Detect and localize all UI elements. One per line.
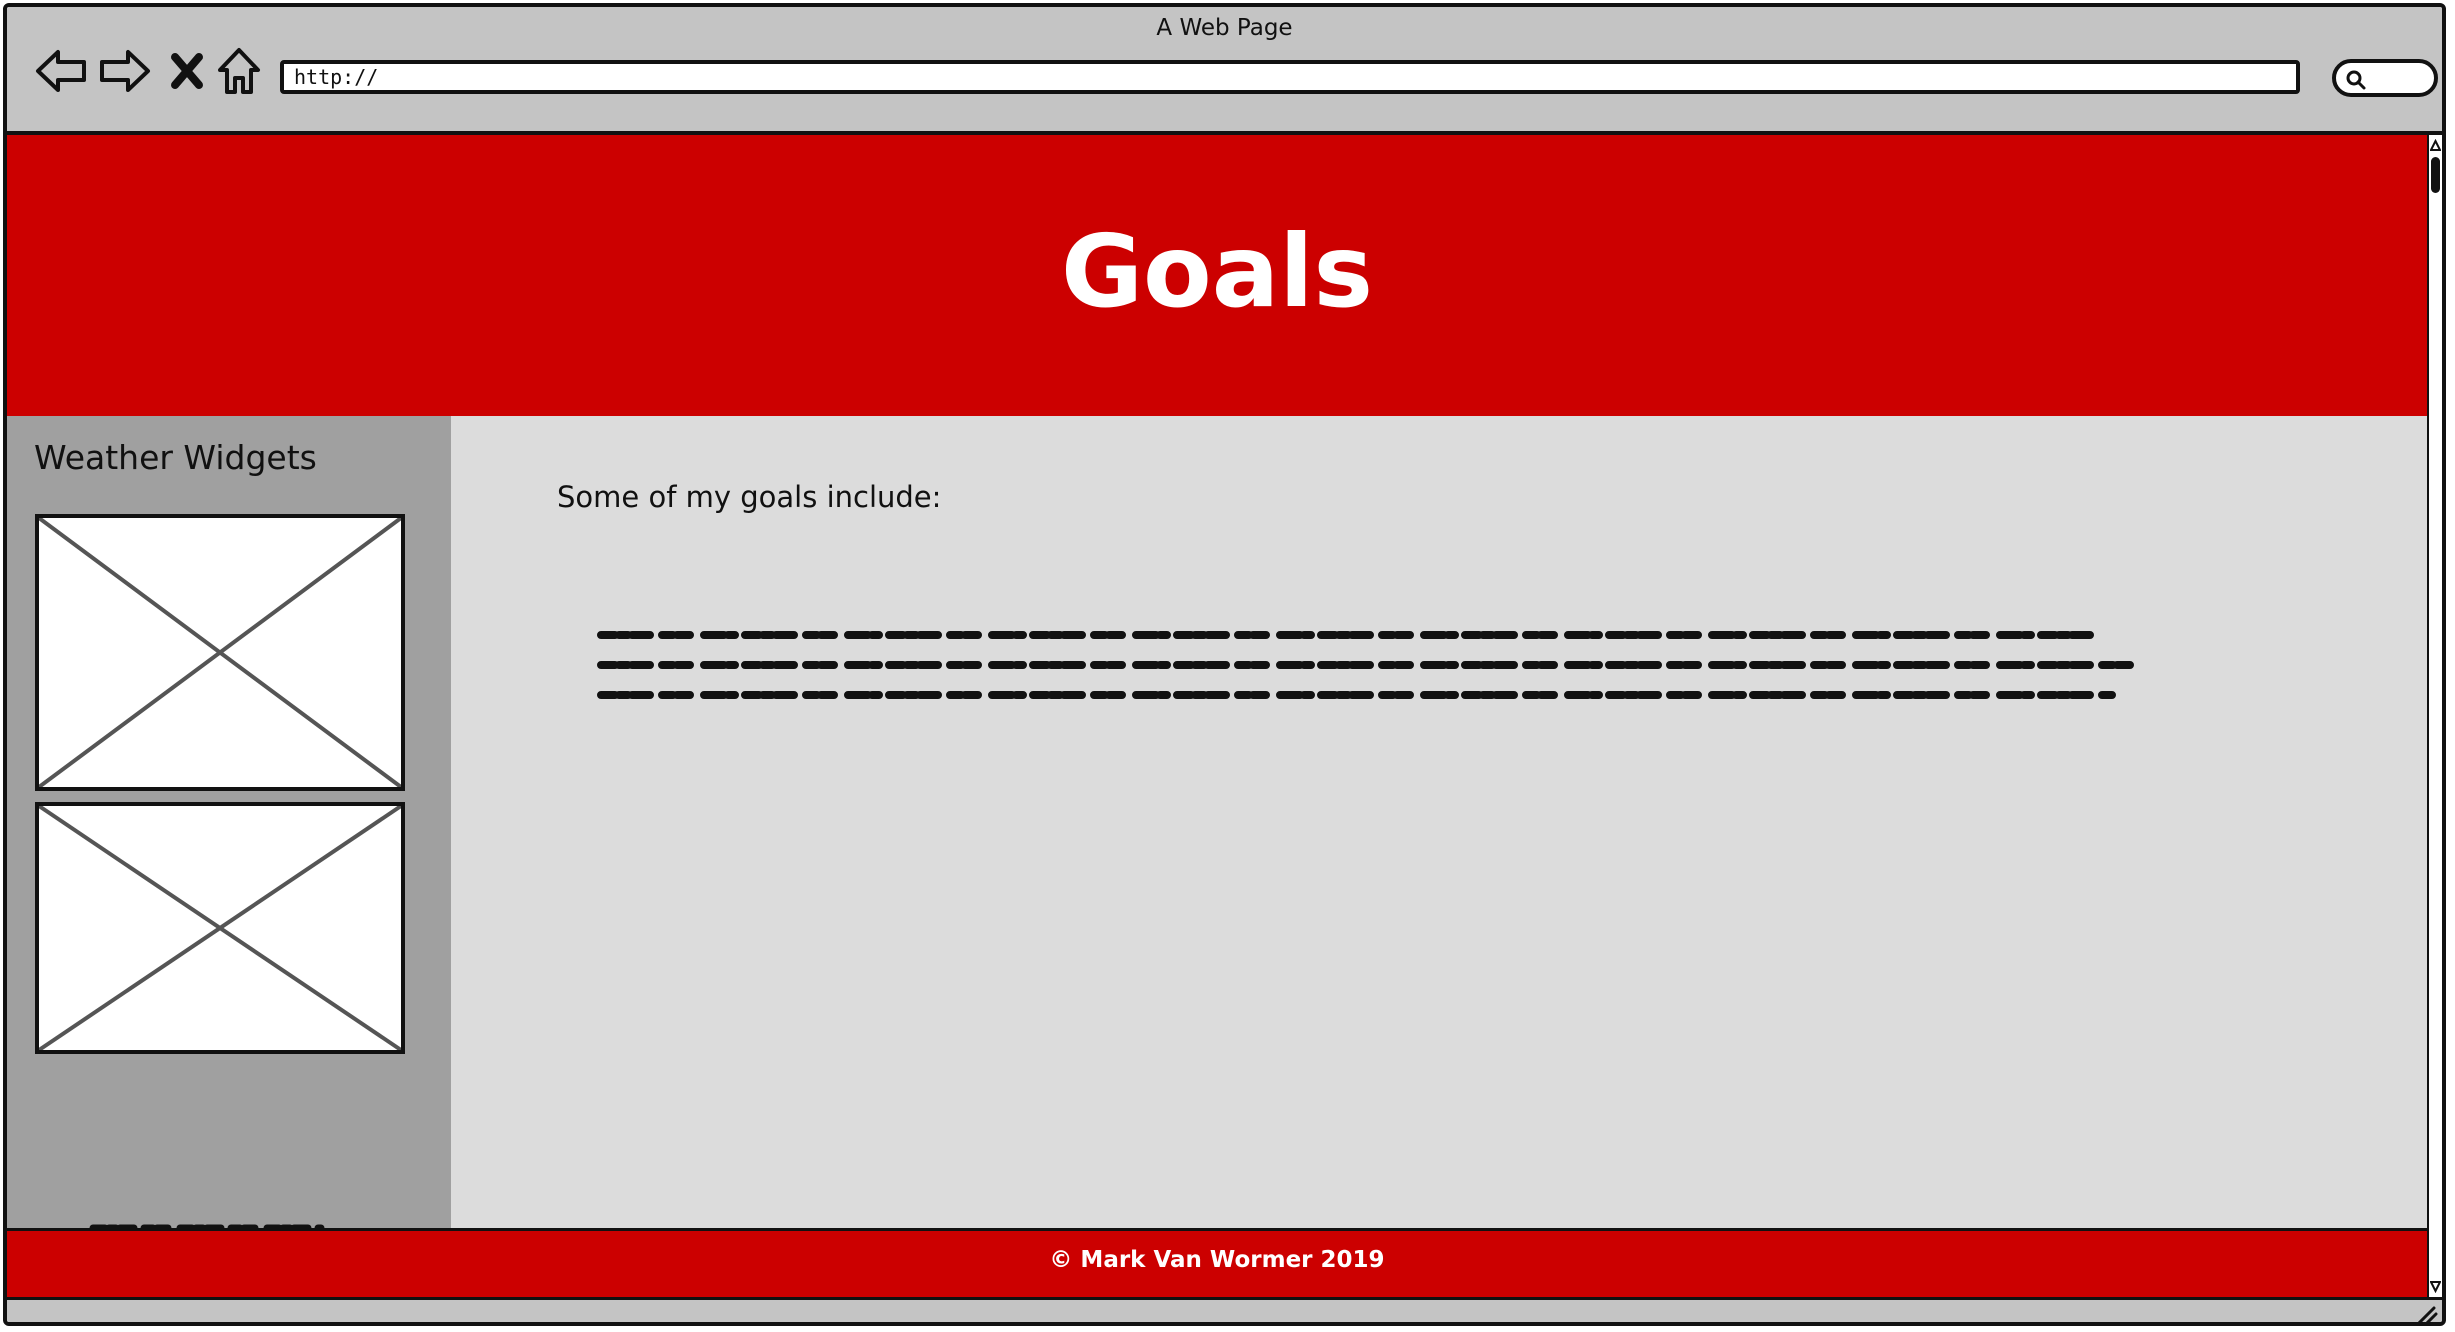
copyright-text: © Mark Van Wormer 2019 <box>1049 1247 1385 1273</box>
page-viewport: Goals Weather Widgets Some of my goals i… <box>7 135 2427 1297</box>
address-bar[interactable]: http:// <box>280 60 2300 94</box>
sidebar-title: Weather Widgets <box>34 438 317 477</box>
image-placeholder-icon <box>39 806 401 1050</box>
browser-window: A Web Page http:// Goals Weather Widgets… <box>3 3 2446 1326</box>
goals-placeholder-text <box>597 631 2136 699</box>
page-footer: © Mark Van Wormer 2019 <box>7 1228 2427 1297</box>
search-field[interactable] <box>2332 59 2438 97</box>
close-icon <box>171 53 203 89</box>
page-title: Goals <box>1060 213 1374 330</box>
scroll-up-icon[interactable] <box>2430 139 2441 151</box>
image-placeholder-icon <box>39 518 401 787</box>
browser-toolbar: A Web Page http:// <box>7 7 2442 135</box>
scroll-thumb[interactable] <box>2431 157 2440 193</box>
sidebar: Weather Widgets <box>7 416 451 1253</box>
weather-widget-placeholder <box>35 514 405 791</box>
vertical-scrollbar[interactable] <box>2427 135 2442 1297</box>
status-bar <box>7 1297 2442 1326</box>
resize-grip-icon[interactable] <box>2410 1304 2438 1326</box>
back-button[interactable] <box>29 39 93 103</box>
scroll-down-icon[interactable] <box>2430 1281 2441 1293</box>
goals-intro: Some of my goals include: <box>557 480 942 514</box>
forward-button[interactable] <box>93 39 157 103</box>
page-header: Goals <box>7 135 2427 416</box>
arrow-right-icon <box>100 50 150 92</box>
arrow-left-icon <box>36 50 86 92</box>
window-title: A Web Page <box>1156 15 1293 41</box>
weather-widget-placeholder <box>35 802 405 1054</box>
home-button[interactable] <box>207 39 271 103</box>
home-icon <box>218 48 260 94</box>
search-icon <box>2346 70 2366 90</box>
